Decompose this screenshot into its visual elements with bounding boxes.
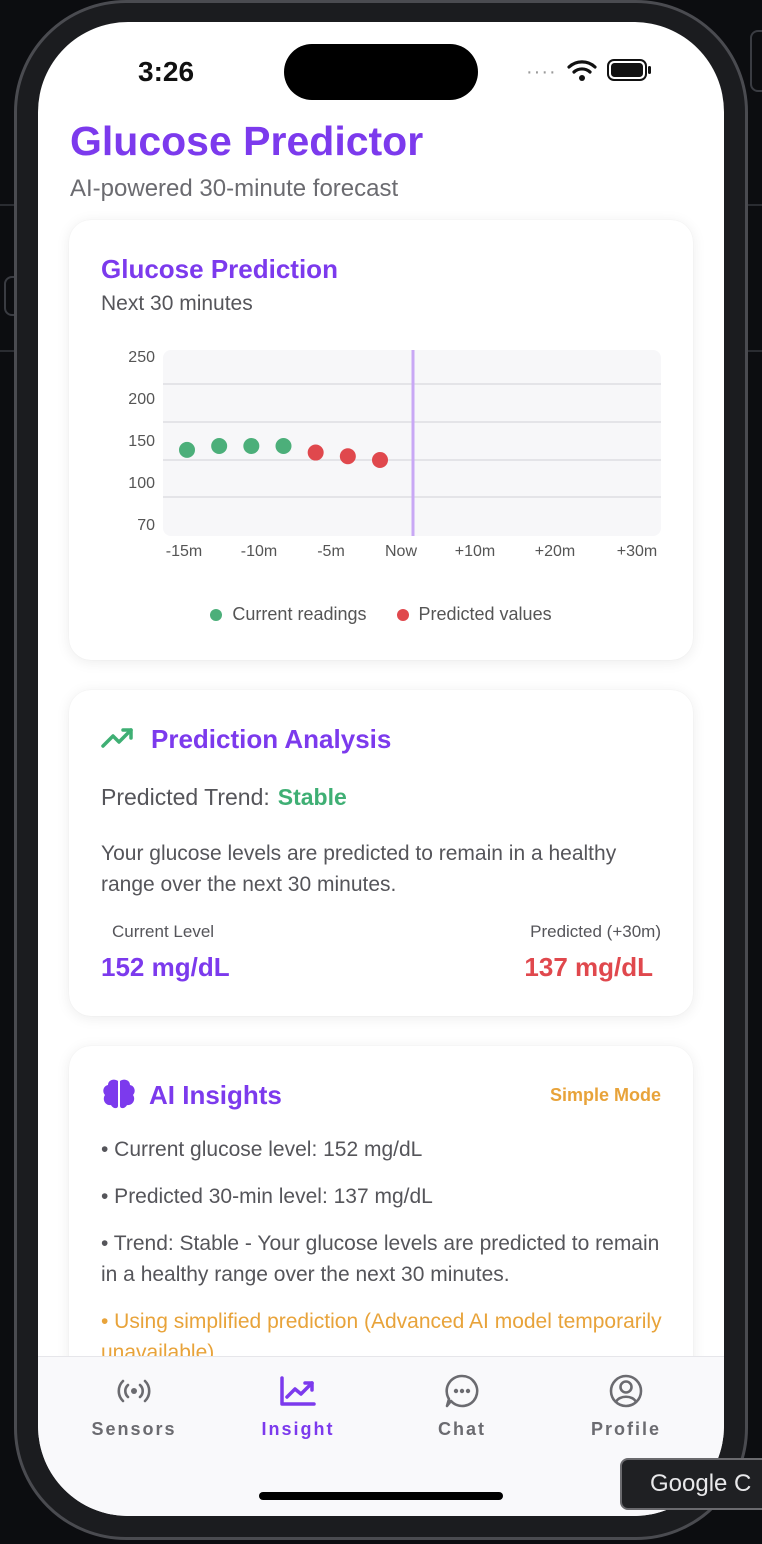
tab-insight-label: Insight xyxy=(261,1419,335,1439)
home-indicator xyxy=(259,1492,503,1500)
insight-item: • Predicted 30-min level: 137 mg/dL xyxy=(101,1185,433,1208)
ai-insights-card: AI Insights Simple Mode • Current glucos… xyxy=(69,1046,693,1358)
dynamic-island xyxy=(284,44,478,100)
current-reading-point[interactable] xyxy=(275,438,292,454)
y-tick-label: 200 xyxy=(128,391,155,408)
tooltip: Google C xyxy=(620,1458,762,1510)
legend-current-dot xyxy=(210,608,223,621)
x-tick-label: +20m xyxy=(535,543,575,560)
legend-predicted-label: Predicted values xyxy=(418,604,552,624)
tab-sensors[interactable]: Sensors xyxy=(64,1357,204,1467)
legend-predicted-dot xyxy=(396,608,409,621)
insight-item: • Trend: Stable - Your glucose levels ar… xyxy=(101,1232,660,1286)
current-level-label: Current Level xyxy=(112,922,215,941)
predicted-level-value: 137 mg/dL xyxy=(524,952,653,982)
chat-icon xyxy=(444,1373,480,1409)
tab-insight[interactable]: Insight xyxy=(228,1357,368,1467)
battery-icon xyxy=(606,58,653,86)
x-tick-label: -5m xyxy=(317,543,345,560)
x-tick-label: +10m xyxy=(455,543,495,560)
trending-up-icon xyxy=(101,724,135,757)
glucose-chart: 250 200 150 100 70 -15m -10m -5m Now +10m +20m +30m xyxy=(128,349,661,560)
insight-item-warning: • Using simplified prediction (Advanced … xyxy=(101,1310,662,1358)
wifi-icon xyxy=(567,59,597,86)
cellular-signal-icon: ···· xyxy=(526,60,557,83)
x-tick-label: +30m xyxy=(617,543,657,560)
current-reading-point[interactable] xyxy=(243,438,260,454)
legend-current: Current readings xyxy=(210,604,367,625)
y-tick-label: 70 xyxy=(137,517,155,534)
insight-item: • Current glucose level: 152 mg/dL xyxy=(101,1138,423,1161)
tab-profile-label: Profile xyxy=(590,1419,661,1439)
current-level-value: 152 mg/dL xyxy=(101,952,230,982)
trend-row: Predicted Trend: Stable xyxy=(101,784,347,811)
background-panel xyxy=(750,30,762,92)
y-tick-label: 250 xyxy=(128,349,155,366)
tab-sensors-label: Sensors xyxy=(91,1419,177,1439)
simple-mode-badge[interactable]: Simple Mode xyxy=(550,1085,661,1106)
prediction-chart-card: Glucose Prediction Next 30 minutes 250 20… xyxy=(69,220,693,660)
trend-label: Predicted Trend: xyxy=(101,784,270,810)
predicted-value-point[interactable] xyxy=(307,444,324,461)
trend-value: Stable xyxy=(277,784,347,810)
tab-chat[interactable]: Chat xyxy=(392,1357,532,1467)
status-time: 3:26 xyxy=(138,56,195,87)
x-tick-label: -10m xyxy=(241,543,277,560)
page-subtitle: AI-powered 30-minute forecast xyxy=(70,175,399,202)
predicted-value-point[interactable] xyxy=(339,448,356,465)
sensor-icon xyxy=(116,1373,152,1409)
scroll-content[interactable]: Glucose Predictor AI-powered 30-minute f… xyxy=(38,22,724,1358)
x-tick-label: -15m xyxy=(166,543,202,560)
current-reading-point[interactable] xyxy=(179,441,195,458)
analysis-description: Your glucose levels are predicted to rem… xyxy=(101,842,617,896)
predicted-level-label: Predicted (+30m) xyxy=(530,922,661,941)
legend-predicted: Predicted values xyxy=(396,604,552,625)
phone-screen: Glucose Predictor AI-powered 30-minute f… xyxy=(38,22,724,1516)
tab-chat-label: Chat xyxy=(438,1419,486,1439)
chart-legend: Current readings Predicted values xyxy=(69,604,693,625)
page-title: Glucose Predictor xyxy=(70,118,424,164)
x-tick-label: Now xyxy=(385,543,417,560)
current-reading-point[interactable] xyxy=(211,438,228,454)
profile-icon xyxy=(608,1373,644,1409)
prediction-analysis-card: Prediction Analysis Predicted Trend: Stab… xyxy=(69,690,693,1016)
y-tick-label: 150 xyxy=(128,433,155,450)
status-icons: ···· xyxy=(526,58,653,86)
analysis-card-title: Prediction Analysis xyxy=(151,724,392,754)
brain-icon xyxy=(101,1078,137,1115)
chart-icon xyxy=(279,1373,317,1409)
tab-profile[interactable]: Profile xyxy=(556,1357,696,1467)
insights-card-title: AI Insights xyxy=(149,1080,282,1110)
legend-current-label: Current readings xyxy=(232,604,367,624)
y-tick-label: 100 xyxy=(128,475,155,492)
predicted-value-point[interactable] xyxy=(372,452,388,468)
